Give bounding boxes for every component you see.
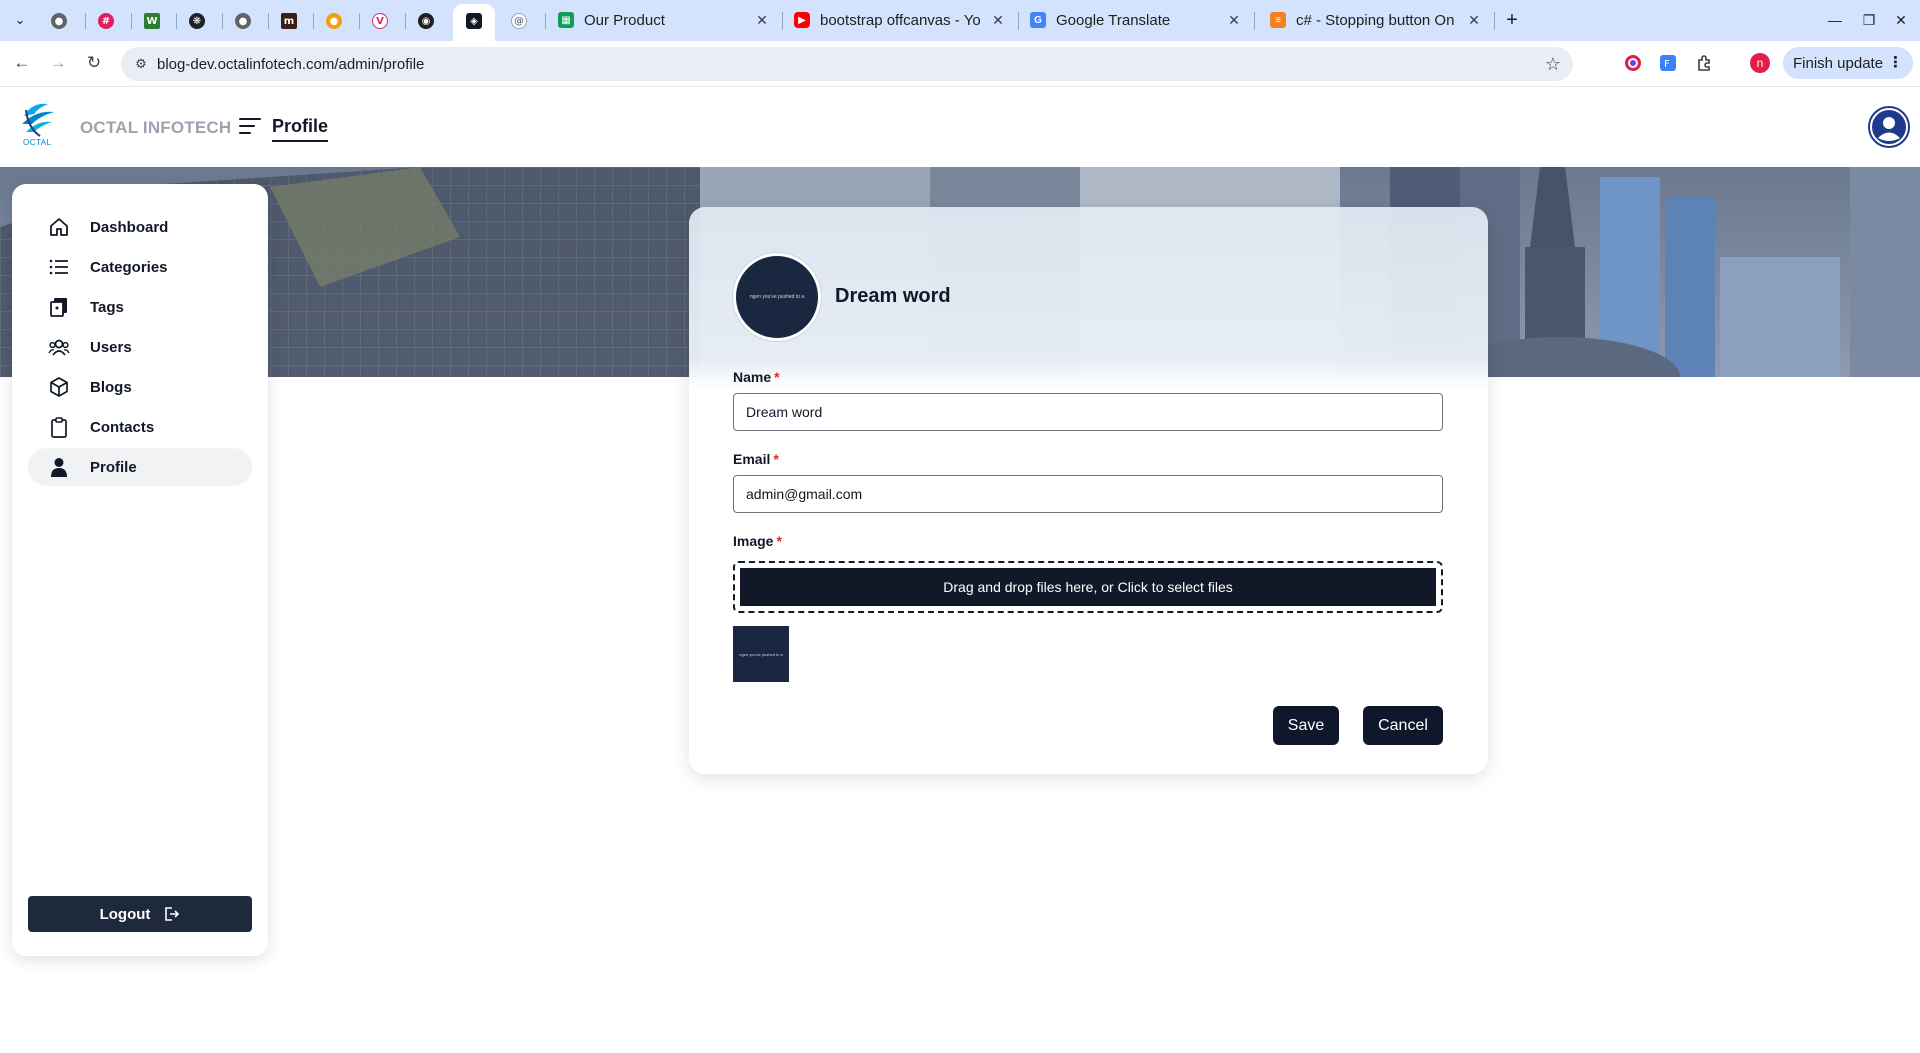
sidebar-item-dashboard[interactable]: Dashboard (28, 208, 252, 246)
pinned-tab-active[interactable]: ◈ (455, 7, 493, 35)
browser-tab-bar: ⌄ ● # W ❋ ● m ● V ◉ ◈ @ ▦ Our Product ✕ … (0, 0, 1920, 41)
cube-icon (48, 376, 70, 398)
user-icon (48, 456, 70, 478)
logout-button[interactable]: Logout (28, 896, 252, 932)
pinned-tab-5[interactable]: ● (224, 7, 262, 35)
fruit-icon: ● (326, 13, 342, 29)
email-label: Email * (733, 451, 779, 467)
name-input[interactable] (733, 393, 1443, 431)
close-window-icon[interactable]: ✕ (1890, 9, 1912, 31)
image-dropzone[interactable]: Drag and drop files here, or Click to se… (733, 561, 1443, 613)
forward-arrow-icon[interactable]: → (45, 50, 71, 76)
tags-icon (48, 296, 70, 318)
tab-bootstrap-offcanvas[interactable]: ▶ bootstrap offcanvas - Yo ✕ (784, 6, 1016, 34)
pinned-tab-3[interactable]: W (133, 7, 171, 35)
image-thumbnail: ngen you've pushed to a (733, 626, 789, 682)
pinned-tab-10[interactable]: @ (500, 7, 538, 35)
tab-close-icon[interactable]: ✕ (1466, 12, 1482, 29)
restore-icon[interactable]: ❐ (1858, 9, 1880, 31)
more-vertical-icon: ⋮ (1888, 54, 1903, 71)
color-picker-extension-icon[interactable] (1622, 52, 1644, 74)
openai-icon: ❋ (189, 13, 205, 29)
profile-avatar: ngen you've pushed to a (733, 253, 821, 341)
pinned-tab-9[interactable]: ◉ (407, 7, 445, 35)
stackoverflow-icon: ≡ (1270, 12, 1286, 28)
vercel-v-icon: V (372, 13, 388, 29)
w-icon: W (144, 13, 160, 29)
app-header: OCTAL OCTAL INFOTECH Profile (0, 88, 1920, 167)
globe-icon: ● (51, 13, 67, 29)
slack-icon: # (98, 13, 114, 29)
app-favicon-icon: ◈ (466, 13, 482, 29)
finish-update-button[interactable]: Finish update ⋮ (1783, 47, 1913, 79)
translate-extension-icon[interactable]: F (1657, 52, 1679, 74)
pinned-tab-7[interactable]: ● (315, 7, 353, 35)
tab-google-translate[interactable]: G Google Translate ✕ (1020, 6, 1252, 34)
list-icon (48, 256, 70, 278)
tab-close-icon[interactable]: ✕ (990, 12, 1006, 29)
globe-icon: ● (235, 13, 251, 29)
reload-icon[interactable]: ↻ (81, 50, 107, 76)
site-settings-icon[interactable]: ⚙ (133, 56, 149, 72)
sidebar-item-blogs[interactable]: Blogs (28, 368, 252, 406)
new-tab-button[interactable]: + (1500, 8, 1524, 32)
user-avatar-button[interactable] (1868, 106, 1910, 148)
dropzone-text: Drag and drop files here, or Click to se… (740, 568, 1436, 606)
tab-close-icon[interactable]: ✕ (754, 12, 770, 29)
youtube-icon: ▶ (794, 12, 810, 28)
translate-icon: G (1030, 12, 1046, 28)
bookmark-star-icon[interactable]: ☆ (1545, 54, 1561, 75)
at-icon: @ (511, 13, 527, 29)
pinned-tab-6[interactable]: m (270, 7, 308, 35)
sidebar-item-categories[interactable]: Categories (28, 248, 252, 286)
email-input[interactable] (733, 475, 1443, 513)
image-label: Image * (733, 533, 782, 549)
home-icon (48, 216, 70, 238)
sidebar-item-profile[interactable]: Profile (28, 448, 252, 486)
tab-stackoverflow[interactable]: ≡ c# - Stopping button On ✕ (1260, 6, 1492, 34)
sidebar: Dashboard Categories Tags Users Blogs Co… (12, 184, 268, 956)
user-circle-icon (1872, 110, 1906, 144)
profile-display-name: Dream word (835, 285, 951, 307)
users-icon (48, 336, 70, 358)
octal-logo: OCTAL (18, 98, 58, 148)
address-bar[interactable]: ⚙ blog-dev.octalinfotech.com/admin/profi… (121, 47, 1573, 81)
pinned-tab-1[interactable]: ● (40, 7, 78, 35)
menu-toggle-icon[interactable] (239, 118, 261, 136)
tab-close-icon[interactable]: ✕ (1226, 12, 1242, 29)
pinned-tab-8[interactable]: V (361, 7, 399, 35)
minimize-icon[interactable]: — (1824, 9, 1846, 31)
page-title: Profile (272, 116, 329, 142)
save-button[interactable]: Save (1273, 706, 1339, 745)
pinned-tab-2[interactable]: # (87, 7, 125, 35)
name-label: Name * (733, 369, 780, 385)
cancel-button[interactable]: Cancel (1363, 706, 1443, 745)
tab-search-chevron-icon[interactable]: ⌄ (9, 9, 31, 31)
profile-card: ngen you've pushed to a Dream word Name *… (689, 207, 1488, 774)
logout-icon (165, 907, 180, 921)
sheets-icon: ▦ (558, 12, 574, 28)
svg-text:F: F (1664, 59, 1670, 70)
brand-name: OCTAL INFOTECH (80, 118, 232, 137)
browser-profile-avatar[interactable]: n (1749, 52, 1771, 74)
back-arrow-icon[interactable]: ← (9, 50, 35, 76)
extensions-puzzle-icon[interactable] (1694, 52, 1716, 74)
sidebar-item-tags[interactable]: Tags (28, 288, 252, 326)
github-icon: ◉ (418, 13, 434, 29)
url-text[interactable]: blog-dev.octalinfotech.com/admin/profile (157, 56, 424, 73)
tab-our-product[interactable]: ▦ Our Product ✕ (548, 6, 780, 34)
pinned-tab-4[interactable]: ❋ (178, 7, 216, 35)
sidebar-item-users[interactable]: Users (28, 328, 252, 366)
clipboard-icon (48, 416, 70, 438)
sidebar-item-contacts[interactable]: Contacts (28, 408, 252, 446)
mdn-icon: m (281, 13, 297, 29)
